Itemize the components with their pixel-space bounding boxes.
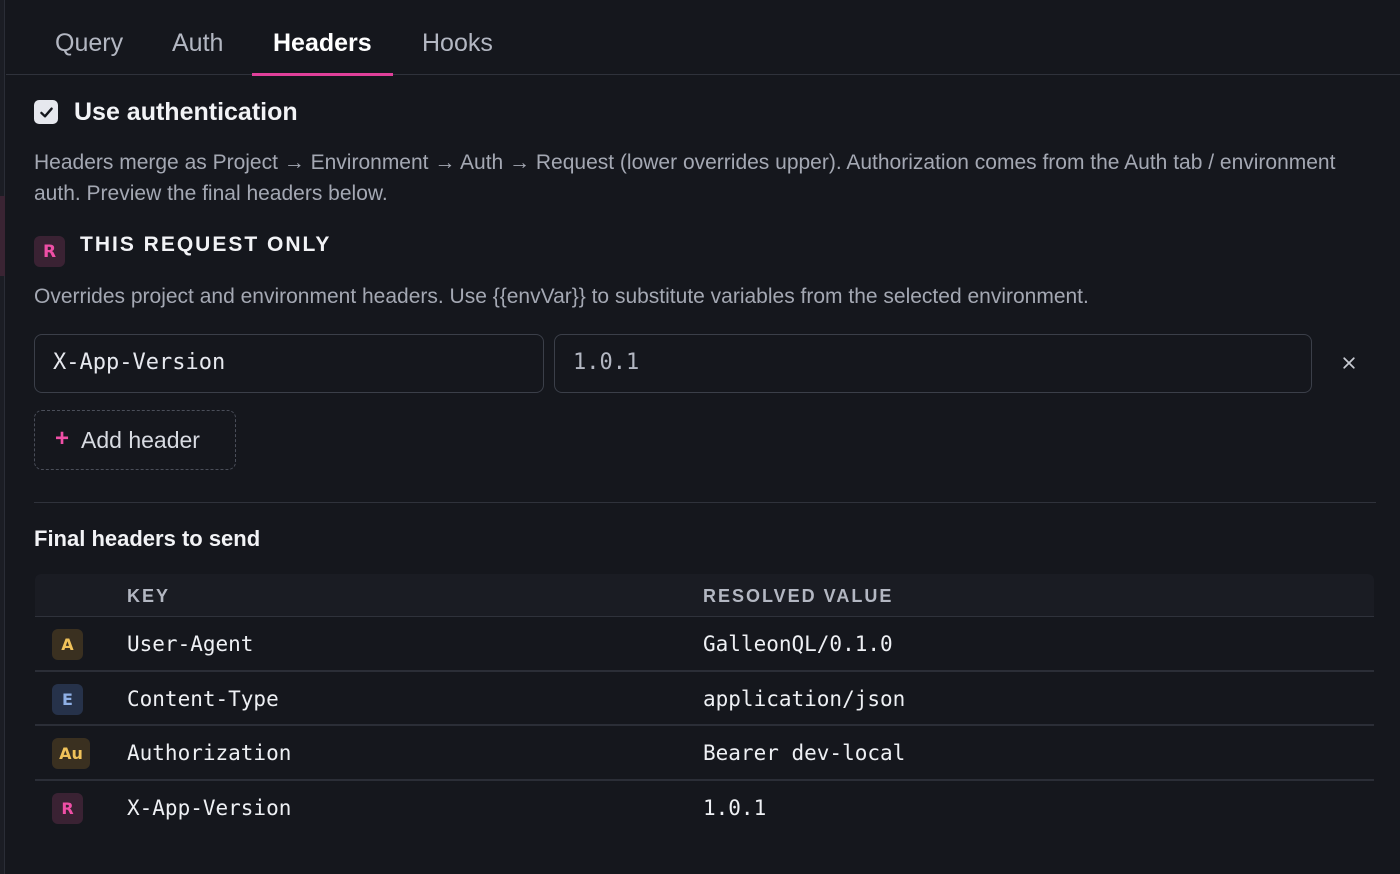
header-key-cell: Authorization [127, 741, 292, 765]
column-resolved-value-header: RESOLVED VALUE [703, 586, 894, 606]
add-header-button[interactable]: + Add header [34, 410, 236, 470]
table-header: KEY RESOLVED VALUE [35, 574, 1374, 617]
tab-auth[interactable]: Auth [172, 0, 223, 75]
header-value-cell: GalleonQL/0.1.0 [703, 632, 893, 656]
final-headers-title: Final headers to send [34, 526, 261, 551]
request-section-description: Overrides project and environment header… [34, 285, 1089, 308]
source-badge-environment: E [52, 683, 83, 715]
tab-hooks[interactable]: Hooks [422, 0, 493, 75]
header-value-cell: application/json [703, 686, 906, 711]
header-value-cell: 1.0.1 [703, 795, 767, 820]
headers-merge-description: Headers merge as Project → Environment →… [34, 151, 1336, 205]
tab-query[interactable]: Query [55, 0, 123, 75]
use-authentication-checkbox[interactable] [34, 100, 58, 124]
source-badge-request: R [52, 792, 83, 824]
left-edge-accent [0, 196, 5, 276]
tab-headers[interactable]: Headers [252, 0, 393, 76]
request-section-title: THIS REQUEST ONLY [80, 232, 332, 256]
use-authentication-row: Use authentication [34, 98, 298, 126]
plus-icon: + [55, 425, 70, 452]
request-section-header: R THIS REQUEST ONLY [34, 232, 331, 267]
request-source-badge: R [34, 236, 65, 267]
add-header-label: Add header [81, 426, 200, 453]
remove-header-button[interactable] [1336, 348, 1362, 378]
section-divider [34, 502, 1376, 503]
header-key-cell: User-Agent [127, 632, 254, 656]
header-key-cell: X-App-Version [127, 795, 292, 820]
table-row: E Content-Type application/json [35, 672, 1374, 726]
checkmark-icon [39, 106, 53, 118]
header-value-input[interactable]: 1.0.1 [554, 334, 1312, 393]
column-key-header: KEY [127, 586, 171, 606]
tab-bar: Query Auth Headers Hooks [6, 0, 1400, 76]
table-row: A User-Agent GalleonQL/0.1.0 [35, 617, 1374, 672]
header-key-input[interactable]: X-App-Version [34, 334, 544, 393]
source-badge-auth: Au [52, 738, 90, 769]
use-authentication-label: Use authentication [74, 97, 298, 126]
header-key-cell: Content-Type [127, 686, 279, 711]
headers-panel: Query Auth Headers Hooks Use authenticat… [6, 0, 1400, 874]
header-value-cell: Bearer dev-local [703, 741, 906, 765]
table-row: R X-App-Version 1.0.1 [35, 781, 1374, 836]
final-headers-table: KEY RESOLVED VALUE A User-Agent GalleonQ… [35, 574, 1374, 835]
source-badge-app: A [52, 629, 83, 660]
left-edge [0, 0, 5, 874]
close-icon [1343, 357, 1355, 369]
table-row: Au Authorization Bearer dev-local [35, 726, 1374, 781]
